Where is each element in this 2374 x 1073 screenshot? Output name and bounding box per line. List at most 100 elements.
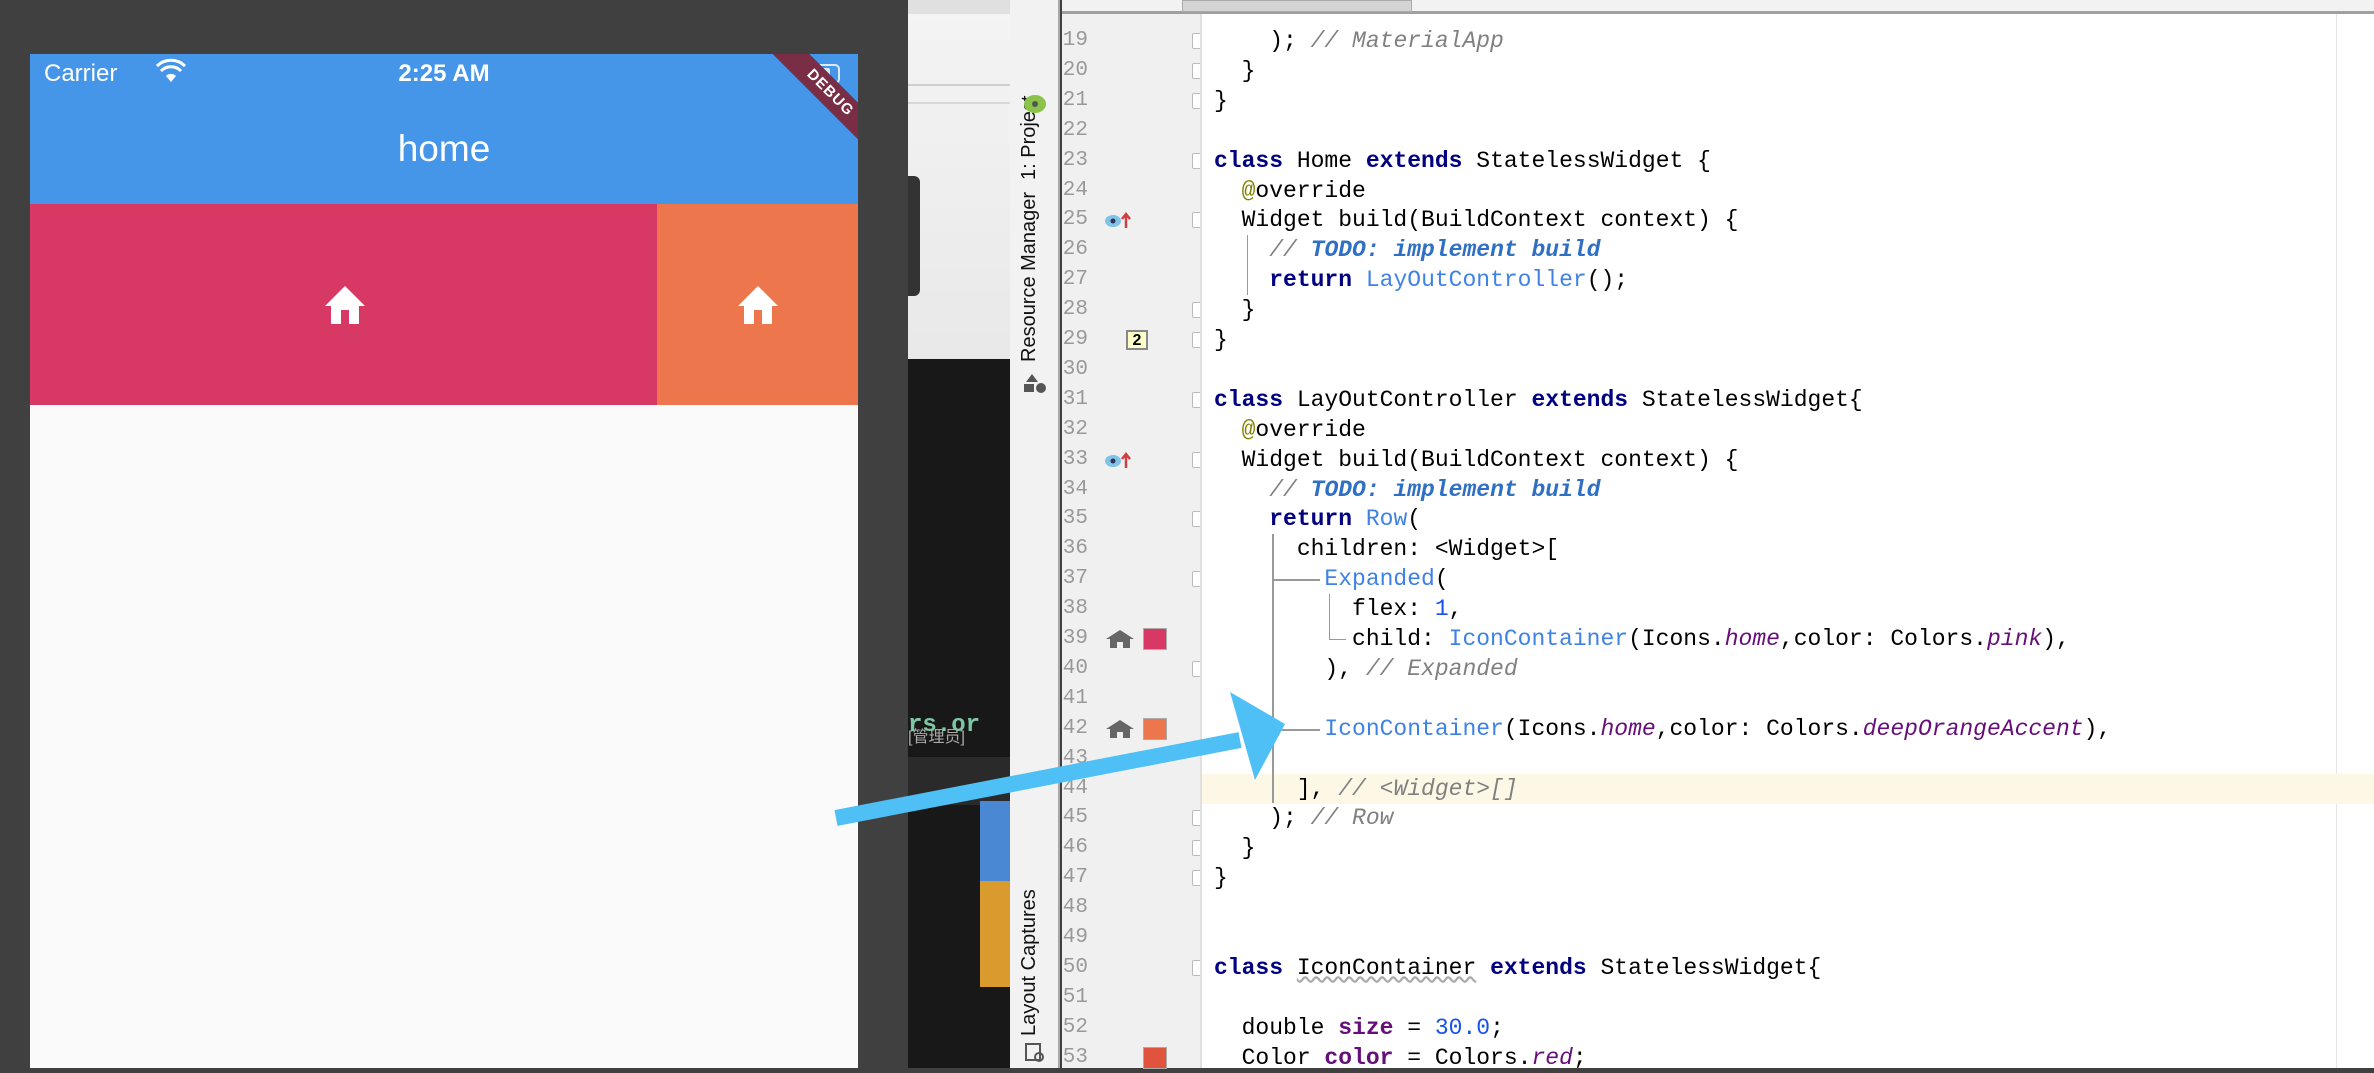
color-swatch[interactable]	[1143, 1046, 1167, 1069]
code-token: extends	[1531, 386, 1629, 413]
home-icon	[738, 286, 778, 324]
editor-tab[interactable]	[1182, 0, 1412, 12]
line-number: 25	[1062, 208, 1088, 232]
code-token: Color	[1214, 1044, 1325, 1071]
indent-guide	[1271, 579, 1321, 582]
code-token: ();	[1586, 267, 1629, 294]
code-line: return Row(	[1214, 504, 1421, 534]
line-number: 41	[1062, 686, 1088, 710]
code-token: );	[1214, 805, 1311, 832]
app-bar: Carrier 2:25 AM home DEBUG	[30, 54, 858, 204]
line-number: 38	[1062, 597, 1088, 621]
color-swatch[interactable]	[1143, 717, 1167, 740]
line-number: 31	[1062, 387, 1088, 411]
color-swatch[interactable]	[1143, 628, 1167, 650]
simulator-screen: Carrier 2:25 AM home DEBUG	[30, 54, 858, 1068]
resource-manager-tab[interactable]: Resource Manager	[1018, 192, 1041, 362]
line-number: 34	[1062, 477, 1088, 501]
status-time: 2:25 AM	[398, 60, 490, 87]
code-line: Widget build(BuildContext context) {	[1214, 205, 1739, 235]
line-number: 52	[1062, 1015, 1088, 1039]
code-line: }	[1214, 56, 1256, 86]
code-token: @	[1241, 416, 1256, 443]
tool-window-strip: 1: Project Resource Manager Layout Captu…	[1010, 0, 1060, 1068]
line-number: 29	[1062, 328, 1088, 351]
code-line: // TODO: implement build	[1214, 475, 1600, 505]
code-token: =	[1393, 1014, 1435, 1041]
line-number: 53	[1062, 1045, 1088, 1069]
code-line: }	[1214, 295, 1256, 325]
line-number: 39	[1062, 627, 1088, 650]
code-token: ],	[1214, 775, 1339, 802]
code-token: override	[1255, 177, 1366, 204]
code-token: home	[1724, 626, 1780, 652]
code-token: IconContainer	[1448, 626, 1629, 652]
code-token: (Icons.	[1628, 626, 1725, 652]
code-token: // Expanded	[1365, 655, 1518, 682]
android-icon	[1024, 95, 1046, 113]
pink-icon-container	[30, 204, 657, 405]
code-token: }	[1214, 87, 1228, 114]
code-line: }	[1214, 325, 1228, 355]
code-token: }	[1214, 297, 1256, 324]
code-token: //	[1269, 476, 1311, 503]
code-editor[interactable]: ); // MaterialApp }} class Home extends S…	[1200, 14, 2374, 1071]
line-number: 42	[1062, 716, 1088, 740]
code-token: double	[1214, 1014, 1339, 1041]
code-token: @	[1241, 177, 1256, 204]
line-number: 20	[1062, 58, 1088, 82]
home-icon[interactable]	[1106, 630, 1134, 648]
layout-captures-tab[interactable]: Layout Captures	[1018, 889, 1041, 1036]
divider	[908, 84, 1010, 86]
code-token: IconContainer	[1324, 715, 1504, 742]
code-line: ); // Row	[1214, 803, 1393, 833]
code-token: class	[1214, 147, 1284, 174]
code-token: class	[1214, 954, 1284, 981]
code-line: double size = 30.0;	[1214, 1013, 1504, 1043]
code-token: );	[1214, 28, 1311, 54]
home-icon[interactable]	[1106, 719, 1134, 738]
orange-block	[980, 881, 1010, 987]
code-line: children: <Widget>[	[1214, 534, 1559, 564]
code-line: }	[1214, 86, 1228, 116]
resource-icon	[1024, 374, 1046, 393]
override-marker-icon[interactable]	[1104, 211, 1134, 229]
code-token: ),	[2083, 715, 2112, 742]
terminal-text: rs.or	[908, 712, 981, 739]
indent-guide	[1328, 594, 1330, 639]
code-token: Expanded	[1324, 566, 1435, 593]
line-number: 24	[1062, 178, 1088, 202]
line-number: 51	[1062, 985, 1088, 1009]
code-token: // <Widget>[]	[1338, 775, 1518, 802]
override-marker-icon[interactable]	[1104, 451, 1134, 469]
code-line: return LayOutController();	[1214, 265, 1628, 295]
line-number: 48	[1062, 896, 1088, 920]
code-line: class IconContainer extends StatelessWid…	[1214, 953, 1821, 983]
divider	[908, 102, 1010, 104]
code-token: Row	[1365, 506, 1408, 533]
line-number: 46	[1062, 836, 1088, 860]
code-token: }	[1214, 57, 1256, 84]
code-token: }	[1214, 327, 1228, 353]
closing-label-badge[interactable]: 2	[1126, 330, 1148, 350]
line-number: 44	[1062, 776, 1088, 800]
line-number: 45	[1062, 806, 1088, 830]
code-token: ),	[2042, 626, 2070, 652]
window-top	[908, 0, 1010, 14]
line-number: 27	[1062, 268, 1088, 292]
editor-tab-bar	[1062, 0, 2374, 14]
code-token: = Colors.	[1393, 1044, 1532, 1071]
code-token: ;	[1490, 1014, 1504, 1041]
terminal-panel: [管理员] rs.or	[908, 359, 1010, 1068]
code-token: // Row	[1310, 805, 1394, 832]
code-line: Widget build(BuildContext context) {	[1214, 445, 1739, 475]
code-token: Widget build(BuildContext context) {	[1214, 446, 1739, 473]
code-token: ;	[1572, 1044, 1587, 1071]
line-number: 30	[1062, 357, 1088, 381]
line-number: 37	[1062, 567, 1088, 591]
code-line: // TODO: implement build	[1214, 235, 1600, 265]
